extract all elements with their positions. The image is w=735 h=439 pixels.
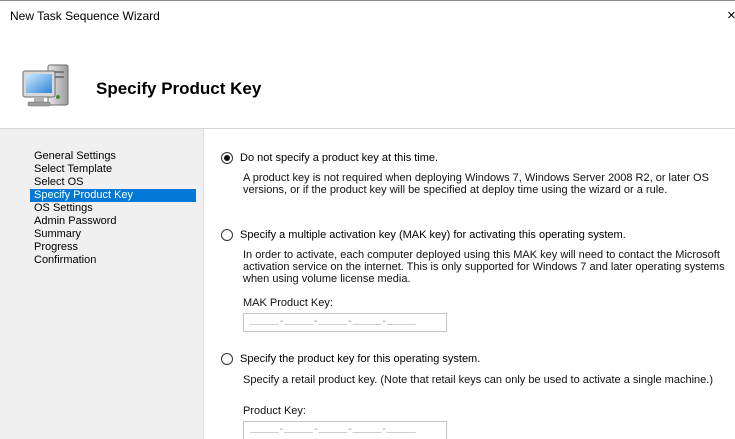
option-mak-key[interactable]: Specify a multiple activation key (MAK k…	[221, 228, 626, 242]
option-no-key-description: A product key is not required when deplo…	[243, 172, 709, 196]
retail-product-key-label: Product Key:	[243, 405, 306, 417]
mak-product-key-input[interactable]: _____-_____-_____-_____-_____	[243, 313, 447, 332]
sidebar-item-general-settings[interactable]: General Settings	[30, 150, 196, 163]
wizard-sidebar: General Settings Select Template Select …	[0, 129, 204, 439]
option-retail-key-description: Specify a retail product key. (Note that…	[243, 374, 713, 386]
option-mak-key-label: Specify a multiple activation key (MAK k…	[240, 229, 626, 241]
radio-selected-dot	[224, 155, 230, 161]
sidebar-item-select-template[interactable]: Select Template	[30, 163, 196, 176]
radio-no-key[interactable]	[221, 152, 233, 164]
option-retail-key-label: Specify the product key for this operati…	[240, 353, 481, 365]
main-content: Do not specify a product key at this tim…	[205, 129, 735, 439]
mak-product-key-label: MAK Product Key:	[243, 297, 333, 309]
page-heading: Specify Product Key	[96, 79, 262, 98]
computer-wizard-icon	[22, 64, 69, 107]
sidebar-item-specify-product-key[interactable]: Specify Product Key	[30, 189, 196, 202]
sidebar-item-confirmation[interactable]: Confirmation	[30, 254, 196, 267]
close-icon[interactable]: ×	[727, 6, 735, 26]
window-title: New Task Sequence Wizard	[10, 9, 160, 23]
sidebar-item-os-settings[interactable]: OS Settings	[30, 202, 196, 215]
sidebar-item-progress[interactable]: Progress	[30, 241, 196, 254]
option-mak-key-description: In order to activate, each computer depl…	[243, 249, 725, 285]
retail-product-key-input[interactable]: _____-_____-_____-_____-_____	[243, 421, 447, 439]
radio-retail-key[interactable]	[221, 353, 233, 365]
option-retail-key[interactable]: Specify the product key for this operati…	[221, 352, 480, 366]
title-bar: New Task Sequence Wizard ×	[0, 1, 735, 31]
step-list: General Settings Select Template Select …	[30, 150, 196, 267]
wizard-header: Specify Product Key	[0, 31, 735, 128]
radio-mak-key[interactable]	[221, 229, 233, 241]
option-no-key-label: Do not specify a product key at this tim…	[240, 152, 439, 164]
sidebar-item-summary[interactable]: Summary	[30, 228, 196, 241]
sidebar-item-select-os[interactable]: Select OS	[30, 176, 196, 189]
option-no-key[interactable]: Do not specify a product key at this tim…	[221, 151, 438, 165]
sidebar-item-admin-password[interactable]: Admin Password	[30, 215, 196, 228]
